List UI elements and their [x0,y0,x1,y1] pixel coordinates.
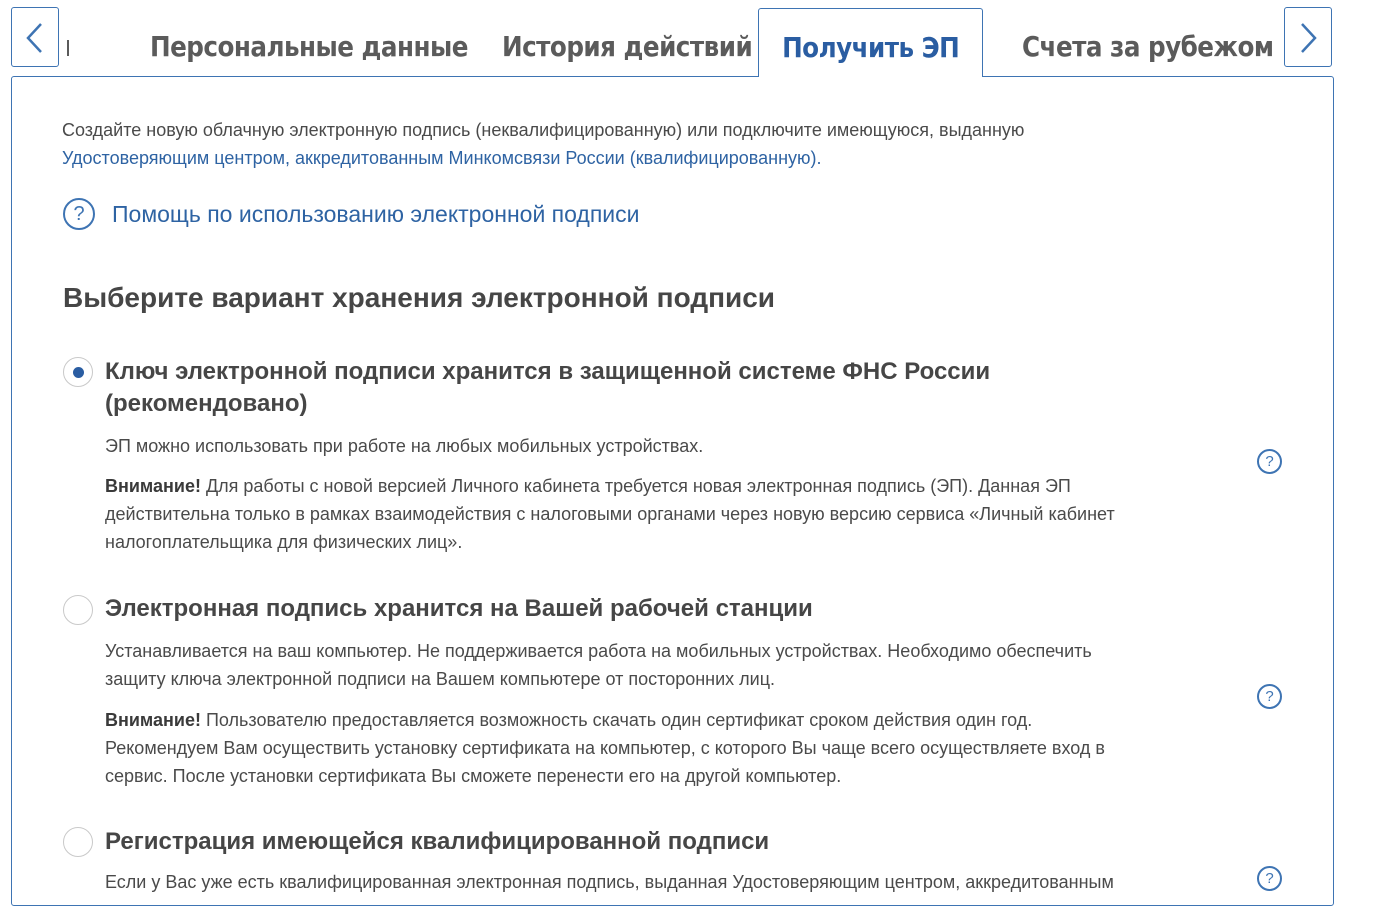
tabs-next-button[interactable] [1284,7,1332,67]
warning-label: Внимание! [105,476,201,496]
signature-help-link[interactable]: ? Помощь по использованию электронной по… [63,196,640,232]
option-workstation-description: Устанавливается на ваш компьютер. Не под… [105,637,1245,693]
accredited-center-link[interactable]: Удостоверяющим центром, аккредитованным … [62,148,822,168]
description-line: защиту ключа электронной подписи на Ваше… [105,669,776,689]
warning-line: Пользователю предоставляется возможность… [200,710,1033,730]
question-circle-icon[interactable]: ? [1257,449,1282,474]
intro-description: Создайте новую облачную электронную подп… [62,120,1025,140]
question-circle-icon[interactable]: ? [1257,866,1282,891]
warning-line: налогоплательщика для физических лиц». [105,532,463,552]
option-fns-storage-title-line1: Ключ электронной подписи хранится в защи… [105,358,991,385]
warning-label: Внимание! [105,710,201,730]
tab-foreign-accounts[interactable]: Счета за рубежом [1022,8,1274,76]
tab-divider [67,40,69,56]
signature-help-label: Помощь по использованию электронной подп… [112,200,640,227]
active-tab-joint [759,75,982,78]
section-title: Выберите вариант хранения электронной по… [63,282,776,313]
question-circle-icon[interactable]: ? [1257,684,1282,709]
option-workstation-warning: Внимание! Пользователю предоставляется в… [105,706,1245,790]
tab-action-history[interactable]: История действий [502,8,753,76]
chevron-right-icon [1301,23,1317,53]
warning-line: Рекомендуем Вам осуществить установку се… [105,738,1105,758]
intro-text: Создайте новую облачную электронную подп… [62,116,1182,172]
warning-line: сервис. После установки сертификата Вы с… [105,766,842,786]
chevron-left-icon [26,23,42,53]
warning-line: действительна только в рамках взаимодейс… [105,504,1115,524]
option-fns-storage-warning: Внимание! Для работы с новой версией Лич… [105,472,1245,556]
description-line: Устанавливается на ваш компьютер. Не под… [105,641,1092,661]
option-workstation-title: Электронная подпись хранится на Вашей ра… [105,595,813,622]
tabs-prev-button[interactable] [11,7,59,67]
tab-get-signature[interactable]: Получить ЭП [758,8,983,76]
radio-fns-storage[interactable] [63,357,93,387]
option-qualified-description: Если у Вас уже есть квалифицированная эл… [105,872,1114,892]
tab-personal-data[interactable]: Персональные данные [150,8,468,76]
option-fns-storage-title-line2: (рекомендовано) [105,390,308,417]
option-fns-storage-title: Ключ электронной подписи хранится в защи… [105,356,990,420]
warning-line: Для работы с новой версией Личного кабин… [200,476,1071,496]
radio-workstation-storage[interactable] [63,595,93,625]
question-circle-icon: ? [63,198,95,230]
radio-qualified-registration[interactable] [63,827,93,857]
option-fns-storage-description: ЭП можно использовать при работе на любы… [105,436,704,456]
option-qualified-title: Регистрация имеющейся квалифицированной … [105,828,770,855]
